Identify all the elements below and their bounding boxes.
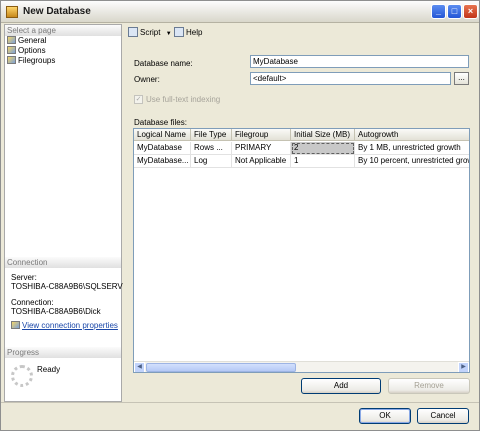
fulltext-indexing-checkbox[interactable]: ✓ xyxy=(134,95,143,104)
owner-label: Owner: xyxy=(134,75,160,84)
autogrowth-cell[interactable]: By 10 percent, unrestricted growth xyxy=(355,155,469,168)
close-button[interactable]: × xyxy=(463,4,478,19)
remove-button[interactable]: Remove xyxy=(388,378,470,394)
page-label: General xyxy=(18,36,47,45)
scroll-left-icon[interactable]: ◀ xyxy=(134,362,145,372)
column-header-initial-size[interactable]: Initial Size (MB) xyxy=(291,129,355,141)
table-row[interactable]: MyDatabase... Log Not Applicable 1 By 10… xyxy=(134,155,469,168)
connection-properties-icon xyxy=(11,321,20,329)
connection-header: Connection xyxy=(5,257,121,268)
server-label: Server: xyxy=(11,273,37,282)
progress-header: Progress xyxy=(5,347,121,358)
script-icon xyxy=(128,27,138,37)
server-value: TOSHIBA-C88A9B6\SQLSERVER xyxy=(11,282,123,291)
progress-spinner-icon xyxy=(11,365,33,387)
filegroup-cell[interactable]: Not Applicable xyxy=(232,155,291,168)
page-label: Options xyxy=(18,46,46,55)
help-icon xyxy=(174,27,184,37)
connection-value: TOSHIBA-C88A9B6\Dick xyxy=(11,307,101,316)
toolbar: Script ▼ Help xyxy=(126,24,478,42)
cancel-button[interactable]: Cancel xyxy=(417,408,469,424)
help-label: Help xyxy=(186,28,203,37)
initial-size-cell[interactable]: 2 xyxy=(291,142,355,155)
filegroup-cell[interactable]: PRIMARY xyxy=(232,142,291,155)
file-type-cell[interactable]: Log xyxy=(191,155,232,168)
column-header-autogrowth[interactable]: Autogrowth xyxy=(355,129,469,141)
page-icon xyxy=(7,46,16,54)
view-connection-properties-text[interactable]: View connection properties xyxy=(22,321,118,330)
progress-status: Ready xyxy=(37,365,61,374)
horizontal-scrollbar[interactable]: ◀ ▶ xyxy=(134,361,469,372)
table-row[interactable]: MyDatabase Rows ... PRIMARY 2 By 1 MB, u… xyxy=(134,142,469,155)
database-name-input[interactable]: MyDatabase xyxy=(250,55,469,68)
initial-size-cell[interactable]: 1 xyxy=(291,155,355,168)
database-icon xyxy=(6,6,18,18)
window-title: New Database xyxy=(23,6,91,17)
page-label: Filegroups xyxy=(18,56,56,65)
browse-owner-button[interactable]: ... xyxy=(454,72,469,85)
page-item-general[interactable]: General xyxy=(7,36,117,46)
title-bar: New Database _ □ × xyxy=(1,1,479,23)
page-item-options[interactable]: Options xyxy=(7,46,117,56)
fulltext-indexing-label: Use full-text indexing xyxy=(146,95,221,104)
column-header-file-type[interactable]: File Type xyxy=(191,129,232,141)
database-files-label: Database files: xyxy=(134,118,187,127)
script-label: Script xyxy=(140,28,161,37)
chevron-down-icon[interactable]: ▼ xyxy=(166,31,172,37)
help-button[interactable]: Help xyxy=(174,27,202,39)
file-type-cell[interactable]: Rows ... xyxy=(191,142,232,155)
divider xyxy=(1,402,479,403)
grid-header: Logical Name File Type Filegroup Initial… xyxy=(134,129,469,141)
left-pane: Select a page General Options Filegroups… xyxy=(4,24,123,402)
database-files-grid[interactable]: Logical Name File Type Filegroup Initial… xyxy=(133,128,470,373)
database-name-label: Database name: xyxy=(134,59,193,68)
scrollbar-thumb[interactable] xyxy=(146,363,296,372)
maximize-button[interactable]: □ xyxy=(447,4,462,19)
add-button[interactable]: Add xyxy=(301,378,381,394)
page-icon xyxy=(7,56,16,64)
view-connection-properties-link[interactable]: View connection properties xyxy=(11,321,118,330)
select-page-header: Select a page xyxy=(5,25,121,36)
column-header-logical-name[interactable]: Logical Name xyxy=(134,129,191,141)
owner-input[interactable]: <default> xyxy=(250,72,451,85)
minimize-button[interactable]: _ xyxy=(431,4,446,19)
page-icon xyxy=(7,36,16,44)
scroll-right-icon[interactable]: ▶ xyxy=(458,362,469,372)
page-item-filegroups[interactable]: Filegroups xyxy=(7,56,117,66)
column-header-filegroup[interactable]: Filegroup xyxy=(232,129,291,141)
new-database-dialog: New Database _ □ × Select a page General… xyxy=(0,0,480,431)
autogrowth-cell[interactable]: By 1 MB, unrestricted growth xyxy=(355,142,469,155)
script-button[interactable]: Script ▼ xyxy=(128,27,172,40)
ok-button[interactable]: OK xyxy=(359,408,411,424)
logical-name-cell[interactable]: MyDatabase xyxy=(134,142,191,155)
connection-label: Connection: xyxy=(11,298,54,307)
logical-name-cell[interactable]: MyDatabase... xyxy=(134,155,191,168)
